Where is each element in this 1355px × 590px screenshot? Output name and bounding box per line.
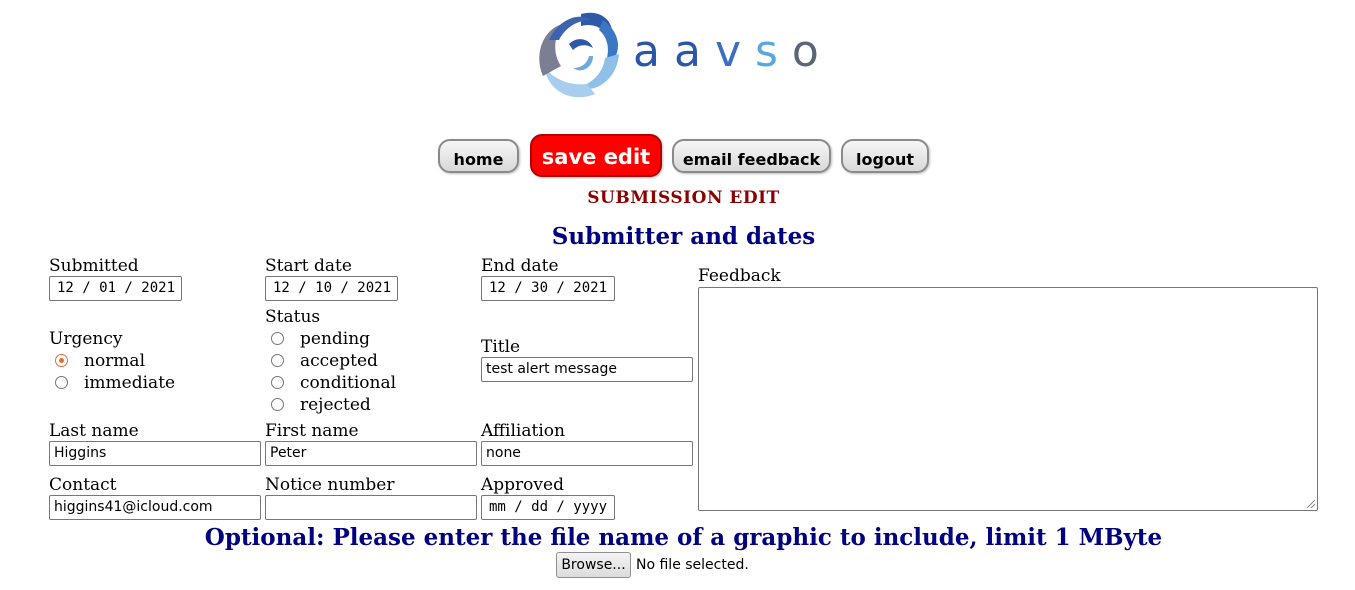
radio-label: conditional [300, 373, 397, 393]
logout-button[interactable]: logout [841, 139, 929, 173]
radio-label: accepted [300, 351, 378, 371]
title-input[interactable]: test alert message [481, 357, 693, 382]
end-date-label: End date [481, 256, 559, 276]
browse-button[interactable]: Browse... [556, 552, 631, 578]
radio-label: normal [84, 351, 146, 371]
resize-grip-icon[interactable] [1305, 498, 1315, 508]
swirl-logo-icon [539, 12, 619, 98]
contact-input[interactable]: higgins41@icloud.com [49, 495, 261, 520]
affiliation-input[interactable]: none [481, 441, 693, 466]
radio-checked-icon[interactable] [55, 354, 68, 367]
end-date-input[interactable]: 12 / 30 / 2021 [481, 276, 615, 301]
brand-letter: a [633, 26, 674, 77]
approved-label: Approved [481, 475, 564, 495]
start-date-input[interactable]: 12 / 10 / 2021 [265, 276, 398, 301]
radio-label: rejected [300, 395, 371, 415]
brand-name: aavso [633, 26, 833, 77]
submitted-label: Submitted [49, 256, 139, 276]
last-name-label: Last name [49, 421, 139, 441]
first-name-label: First name [265, 421, 359, 441]
section-title: Submitter and dates [551, 223, 816, 250]
feedback-label: Feedback [698, 266, 781, 286]
brand-letter: o [791, 26, 833, 77]
notice-number-input[interactable] [265, 495, 477, 520]
radio-icon[interactable] [271, 332, 284, 345]
upload-prompt: Optional: Please enter the file name of … [204, 524, 1163, 551]
radio-label: pending [300, 329, 371, 349]
radio-icon[interactable] [55, 376, 68, 389]
urgency-label: Urgency [49, 329, 123, 349]
brand-letter: s [754, 26, 792, 77]
brand-letter: a [673, 26, 715, 77]
contact-label: Contact [49, 475, 117, 495]
email-feedback-button[interactable]: email feedback [672, 139, 831, 173]
approved-date-input[interactable]: mm / dd / yyyy [481, 495, 615, 520]
radio-icon[interactable] [271, 354, 284, 367]
notice-number-label: Notice number [265, 475, 395, 495]
submitted-date-input[interactable]: 12 / 01 / 2021 [49, 276, 182, 301]
feedback-textarea[interactable] [698, 287, 1318, 511]
title-label: Title [481, 337, 521, 357]
file-status: No file selected. [636, 557, 749, 573]
radio-label: immediate [84, 373, 176, 393]
save-edit-button[interactable]: save edit [530, 134, 662, 177]
radio-icon[interactable] [271, 398, 284, 411]
affiliation-label: Affiliation [481, 421, 565, 441]
last-name-input[interactable]: Higgins [49, 441, 261, 466]
radio-icon[interactable] [271, 376, 284, 389]
aavso-logo: aavso [533, 6, 843, 106]
start-date-label: Start date [265, 256, 352, 276]
brand-letter: v [714, 26, 755, 77]
status-label: Status [265, 307, 321, 327]
home-button[interactable]: home [438, 139, 519, 173]
page-title: SUBMISSION EDIT [587, 188, 780, 208]
first-name-input[interactable]: Peter [265, 441, 477, 466]
nav-bar: home save edit email feedback logout [0, 134, 1355, 178]
